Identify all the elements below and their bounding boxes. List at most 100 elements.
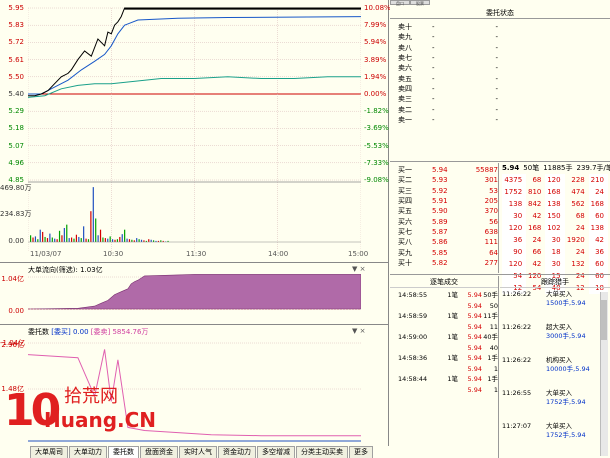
level-volume: 301 bbox=[484, 176, 498, 185]
book-level[interactable]: 卖一 - - bbox=[398, 115, 498, 125]
book-level[interactable]: 卖九 - - bbox=[398, 32, 498, 42]
big-order-area bbox=[28, 274, 361, 310]
site-watermark: 10 拾荒网 Huang.CN bbox=[4, 386, 156, 447]
level-volume: 64 bbox=[489, 248, 498, 257]
tracking-row[interactable]: 11:27:07 大单买入 1752手,5.94 bbox=[502, 422, 602, 455]
panel-controls[interactable]: ▼ × bbox=[352, 265, 365, 273]
book-level[interactable]: 卖二 - - bbox=[398, 104, 498, 114]
volume-bar bbox=[128, 239, 131, 242]
book-level[interactable]: 买八 5.86 111 bbox=[398, 237, 498, 247]
big-order-panel: 大单流向(筛选): 1.03亿 ▼ × 1.04亿 0.00 -1.04亿 bbox=[0, 262, 389, 347]
top-tab-stock[interactable]: 股票 bbox=[410, 0, 430, 6]
tracking-type: 大单买入 bbox=[546, 422, 572, 430]
tab-2[interactable]: 委托数 bbox=[108, 446, 139, 458]
trade-price: 5.94 bbox=[467, 385, 482, 394]
price-tick: 5.50 bbox=[8, 72, 24, 81]
panel-controls[interactable]: ▼ × bbox=[352, 327, 365, 335]
book-level[interactable]: 卖十 - - bbox=[398, 22, 498, 32]
volume-bar bbox=[90, 211, 92, 242]
queue-header-cell: 50笔 bbox=[523, 164, 540, 172]
volume-bar bbox=[34, 236, 37, 242]
book-level[interactable]: 买三 5.92 53 bbox=[398, 186, 498, 196]
book-level[interactable]: 卖七 - - bbox=[398, 53, 498, 63]
trade-count: 1笔 bbox=[447, 291, 458, 300]
level-volume: 205 bbox=[484, 197, 498, 206]
tracking-row[interactable]: 11:26:55 大单买入 1752手,5.94 bbox=[502, 389, 602, 422]
level-volume: 111 bbox=[484, 238, 498, 247]
trade-volume: 11 bbox=[489, 322, 498, 331]
trade-row[interactable]: 14:58:55 1笔 5.94 50手 bbox=[398, 290, 498, 301]
tracking-row[interactable]: 11:26:22 超大买入 3000手,5.94 bbox=[502, 323, 602, 356]
trade-row[interactable]: 5.94 1 bbox=[398, 364, 498, 375]
book-level[interactable]: 买十 5.82 277 bbox=[398, 258, 498, 268]
trade-volume: 40 bbox=[489, 343, 498, 352]
book-level[interactable]: 卖三 - - bbox=[398, 94, 498, 104]
book-separator bbox=[390, 161, 610, 162]
trade-row[interactable]: 5.94 1 bbox=[398, 385, 498, 396]
tracking-row[interactable]: 11:26:22 机构买入 10000手,5.94 bbox=[502, 356, 602, 389]
trade-row[interactable]: 14:58:36 1笔 5.94 1手 bbox=[398, 353, 498, 364]
price-tick: 5.18 bbox=[8, 124, 24, 133]
level-volume: - bbox=[495, 105, 498, 114]
book-level[interactable]: 卖五 - - bbox=[398, 73, 498, 83]
buy-levels: 买一 5.94 55887 买二 5.93 301 买三 5.92 53 买四 5.91 205 买五 5… bbox=[398, 165, 498, 268]
level-label: 买二 bbox=[398, 176, 412, 185]
price-tick: 4.96 bbox=[8, 158, 24, 167]
tab-8[interactable]: 更多 bbox=[349, 446, 373, 458]
book-level[interactable]: 买六 5.89 56 bbox=[398, 216, 498, 226]
trade-volume: 11手 bbox=[483, 312, 498, 321]
tracking-title: 跟踪猎手 bbox=[500, 277, 610, 288]
trades-list[interactable]: 14:58:55 1笔 5.94 50手 5.94 50 14:58:59 1笔 5.94 11手… bbox=[398, 290, 498, 395]
book-level[interactable]: 买七 5.87 638 bbox=[398, 227, 498, 237]
level-label: 买三 bbox=[398, 186, 412, 195]
level-price: - bbox=[432, 54, 435, 63]
volume-bar bbox=[119, 236, 121, 242]
trade-row[interactable]: 5.94 11 bbox=[398, 322, 498, 333]
tracking-list[interactable]: 11:26:22 大单买入 1500手,5.94 11:26:22 超大买入 3000手,… bbox=[502, 290, 602, 455]
level-price: - bbox=[432, 33, 435, 42]
volume-bar bbox=[68, 238, 70, 242]
tab-1[interactable]: 大单动力 bbox=[69, 446, 107, 458]
queue-cell: 90 bbox=[502, 246, 527, 258]
volume-bar bbox=[83, 226, 85, 242]
queue-cell: 24 bbox=[588, 186, 608, 198]
tab-6[interactable]: 多空增减 bbox=[257, 446, 295, 458]
queue-row: 4375 68 120 228 210 bbox=[502, 174, 608, 186]
trade-row[interactable]: 14:59:00 1笔 5.94 40手 bbox=[398, 332, 498, 343]
tab-5[interactable]: 资金动力 bbox=[218, 446, 256, 458]
book-level[interactable]: 买四 5.91 205 bbox=[398, 196, 498, 206]
watermark-name: 拾荒网 bbox=[64, 386, 118, 407]
scrollbar-thumb[interactable] bbox=[601, 300, 607, 340]
book-level[interactable]: 卖八 - - bbox=[398, 43, 498, 53]
trade-row[interactable]: 14:58:59 1笔 5.94 11手 bbox=[398, 311, 498, 322]
lower-divider-v bbox=[498, 276, 499, 458]
book-level[interactable]: 卖六 - - bbox=[398, 63, 498, 73]
level-price: 5.87 bbox=[432, 227, 448, 236]
book-level[interactable]: 买二 5.93 301 bbox=[398, 175, 498, 185]
tab-0[interactable]: 大单周司 bbox=[30, 446, 68, 458]
tracking-type: 超大买入 bbox=[546, 323, 572, 331]
volume-bar bbox=[126, 238, 128, 242]
intraday-chart[interactable] bbox=[28, 0, 361, 252]
trade-price: 5.94 bbox=[467, 364, 482, 373]
book-level[interactable]: 买一 5.94 55887 bbox=[398, 165, 498, 175]
book-level[interactable]: 卖四 - - bbox=[398, 84, 498, 94]
tab-7[interactable]: 分类主动买卖 bbox=[296, 446, 348, 458]
level-price: 5.90 bbox=[432, 207, 448, 216]
trade-row[interactable]: 14:58:44 1笔 5.94 1手 bbox=[398, 374, 498, 385]
volume-bar bbox=[66, 224, 68, 242]
tab-3[interactable]: 盘面资金 bbox=[140, 446, 178, 458]
book-level[interactable]: 买九 5.85 64 bbox=[398, 247, 498, 257]
book-level[interactable]: 买五 5.90 370 bbox=[398, 206, 498, 216]
percent-tick: -5.53% bbox=[364, 141, 389, 150]
queue-cell: 210 bbox=[588, 174, 608, 186]
volume-tick: 0.00 bbox=[8, 237, 24, 245]
tab-4[interactable]: 实时人气 bbox=[179, 446, 217, 458]
queue-cell: 68 bbox=[564, 210, 589, 222]
tracking-row[interactable]: 11:26:22 大单买入 1500手,5.94 bbox=[502, 290, 602, 323]
trade-row[interactable]: 5.94 50 bbox=[398, 301, 498, 312]
trade-count: 1笔 bbox=[447, 375, 458, 384]
trade-row[interactable]: 5.94 40 bbox=[398, 343, 498, 354]
top-tab-pankou[interactable]: 盘口 bbox=[390, 0, 410, 6]
queue-row: 120 42 30 132 60 bbox=[502, 258, 608, 270]
